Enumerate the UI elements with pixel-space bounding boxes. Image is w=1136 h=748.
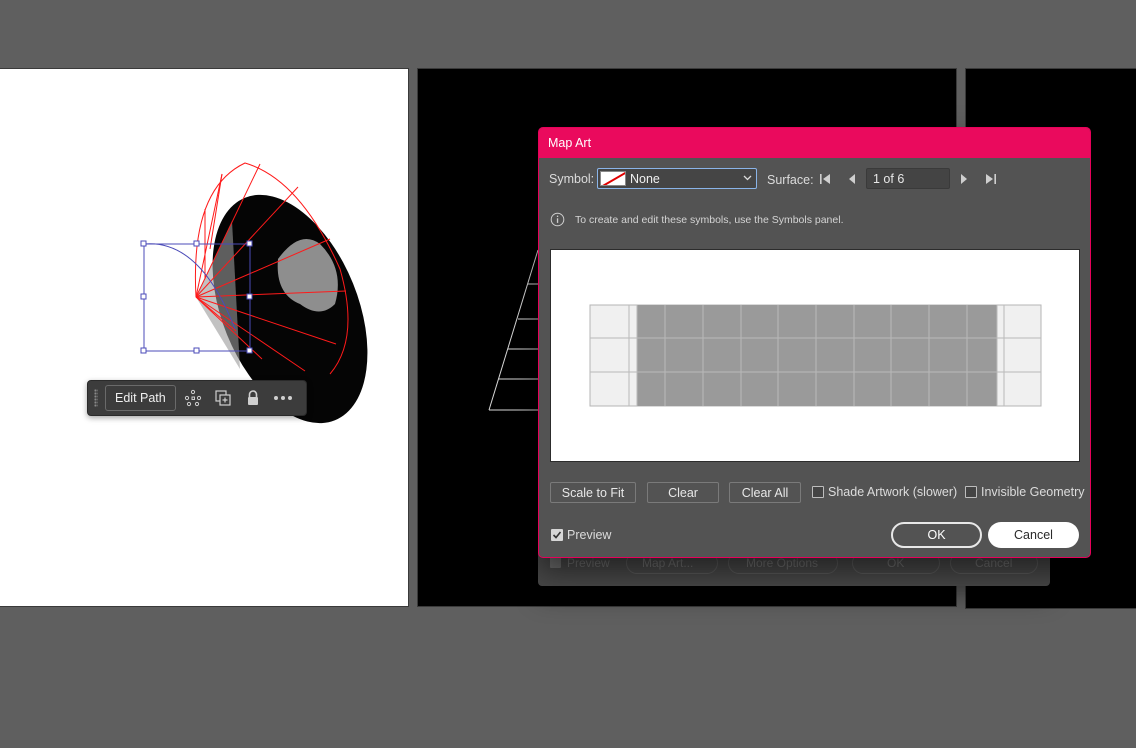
shade-artwork-label: Shade Artwork (slower): [828, 485, 958, 499]
ghost-preview-checkbox: [550, 557, 561, 568]
clear-all-button[interactable]: Clear All: [729, 482, 801, 503]
last-surface-icon[interactable]: [983, 171, 999, 187]
ghost-cancel-label: Cancel: [975, 556, 1013, 570]
symbol-value: None: [630, 171, 660, 186]
artboard-left[interactable]: [0, 68, 409, 607]
ghost-ok-label: OK: [887, 556, 905, 570]
first-surface-icon[interactable]: [817, 171, 833, 187]
preview-checkbox[interactable]: [551, 529, 563, 541]
invisible-geometry-checkbox[interactable]: [965, 486, 977, 498]
surface-preview[interactable]: [550, 249, 1080, 462]
info-icon: [550, 212, 565, 227]
surface-field[interactable]: 1 of 6: [866, 168, 950, 189]
surface-label: Surface:: [767, 173, 814, 187]
more-icon[interactable]: [268, 385, 298, 411]
surface-map-grid[interactable]: [551, 250, 1081, 463]
map-art-dialog: Map Art Symbol: None Surface: 1 of 6 To …: [538, 127, 1091, 558]
cone-artwork[interactable]: [0, 69, 409, 608]
symbol-dropdown[interactable]: None: [597, 168, 757, 189]
grip-handle[interactable]: [94, 389, 98, 407]
shade-artwork-checkbox[interactable]: [812, 486, 824, 498]
invisible-geometry-label: Invisible Geometry: [981, 485, 1085, 499]
symbol-label: Symbol:: [549, 172, 595, 186]
preview-label: Preview: [567, 528, 612, 542]
none-swatch-icon: [600, 171, 626, 186]
info-text: To create and edit these symbols, use th…: [575, 214, 844, 226]
ghost-preview-label: Preview: [567, 556, 610, 570]
previous-surface-icon[interactable]: [844, 171, 860, 187]
dialog-title[interactable]: Map Art: [539, 128, 1090, 158]
clear-button[interactable]: Clear: [647, 482, 719, 503]
edit-path-button[interactable]: Edit Path: [105, 385, 176, 411]
ghost-more-options-label: More Options: [746, 556, 819, 570]
scale-to-fit-button[interactable]: Scale to Fit: [550, 482, 636, 503]
duplicate-icon[interactable]: [208, 385, 238, 411]
next-surface-icon[interactable]: [956, 171, 972, 187]
anchor-points-icon[interactable]: [178, 385, 208, 411]
cancel-button[interactable]: Cancel: [988, 522, 1079, 548]
contextual-task-bar: Edit Path: [87, 380, 307, 416]
ghost-map-art-label: Map Art...: [642, 556, 694, 570]
checkmark-icon: [552, 531, 562, 539]
chevron-down-icon: [743, 175, 752, 181]
ok-button[interactable]: OK: [891, 522, 982, 548]
lock-icon[interactable]: [238, 385, 268, 411]
